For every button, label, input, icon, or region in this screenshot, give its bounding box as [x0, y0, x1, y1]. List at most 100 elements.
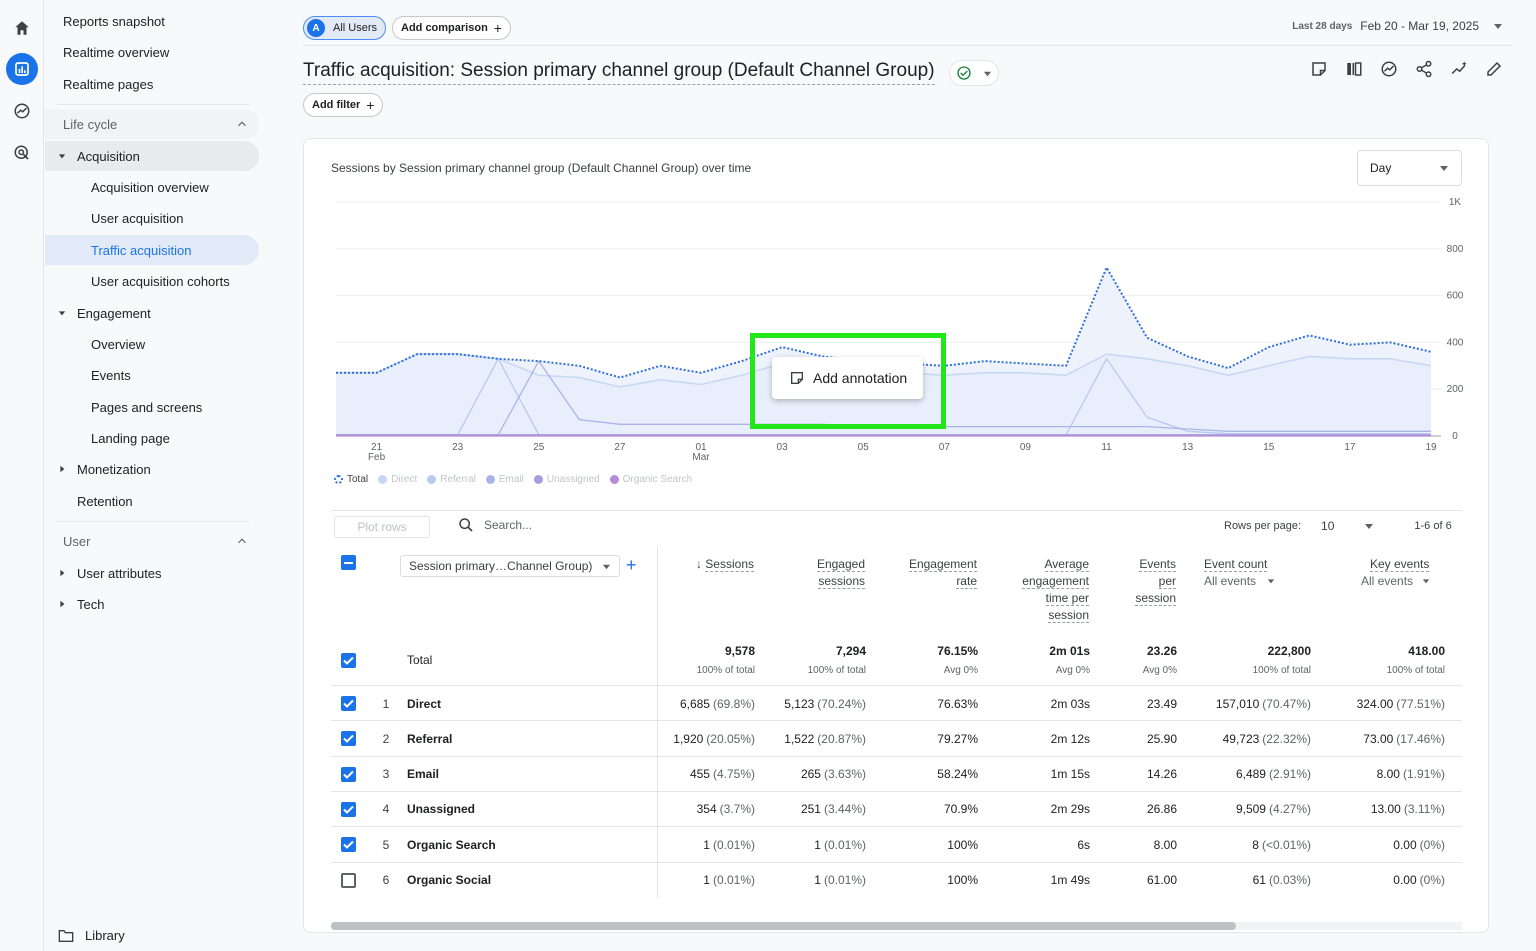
row-checkbox[interactable] — [341, 801, 356, 817]
sidebar-item-user-acquisition[interactable]: User acquisition — [45, 203, 259, 233]
event-filter-select[interactable]: All events — [1204, 574, 1256, 588]
group-tech-label: Tech — [77, 596, 105, 612]
check-icon — [343, 840, 354, 850]
advertising-icon[interactable] — [6, 137, 38, 169]
table-row[interactable]: 2 Referral 1,920 (20.05%) 1,522 (20.87%) 79.27… — [331, 720, 1462, 755]
col-header-text: engagement — [1022, 574, 1089, 589]
sidebar-item-acquisition-overview[interactable]: Acquisition overview — [45, 172, 259, 202]
library-link[interactable]: Library — [58, 928, 125, 943]
row-channel-name[interactable]: Organic Search — [407, 827, 496, 862]
folder-icon — [58, 929, 74, 942]
col-header-events-per-session[interactable]: Events per session — [1104, 556, 1176, 607]
row-checkbox[interactable] — [341, 731, 356, 747]
report-card: Sessions by Session primary channel grou… — [303, 138, 1489, 933]
chevron-up-icon — [238, 538, 246, 544]
row-channel-name[interactable]: Direct — [407, 686, 441, 721]
sidebar-divider — [57, 521, 249, 522]
total-rate: 76.15% Avg 0% — [891, 642, 978, 680]
legend-item-email[interactable]: Email — [485, 474, 524, 485]
row-channel-name[interactable]: Email — [407, 757, 439, 792]
sidebar-group-monetization[interactable]: Monetization — [45, 454, 259, 484]
report-status-menu[interactable] — [949, 60, 999, 86]
legend-item-direct[interactable]: Direct — [378, 474, 417, 485]
cell-value: 2m 12s — [1050, 731, 1090, 746]
add-dimension-plus-icon[interactable]: + — [626, 555, 637, 575]
sidebar-group-user-attributes[interactable]: User attributes — [45, 558, 259, 588]
sidebar-item-realtime-pages[interactable]: Realtime pages — [63, 69, 153, 99]
explore-icon[interactable] — [6, 95, 38, 127]
legend-item-unassigned[interactable]: Unassigned — [533, 474, 600, 485]
sidebar-group-engagement[interactable]: Engagement — [45, 298, 259, 328]
home-icon[interactable] — [6, 12, 38, 44]
row-channel-name[interactable]: Organic Social — [407, 863, 491, 898]
x-tick-label: 25 — [533, 442, 545, 453]
table-row[interactable]: 1 Direct 6,685 (69.8%) 5,123 (70.24%) 76.63% 2m… — [331, 685, 1462, 720]
date-range-picker[interactable]: Last 28 days Feb 20 - Mar 19, 2025 — [1292, 19, 1503, 33]
row-checkbox[interactable] — [341, 872, 356, 888]
sidebar-item-retention[interactable]: Retention — [45, 486, 259, 516]
row-sessions: 6,685 (69.8%) — [671, 686, 755, 721]
dimension-select[interactable]: Session primary…Channel Group) — [400, 555, 620, 577]
sidebar-item-events[interactable]: Events — [45, 360, 259, 390]
cell-percent: (3.44%) — [823, 802, 866, 817]
cell-value: 324.00 — [1356, 696, 1394, 711]
row-event-count: 9,509 (4.27%) — [1211, 792, 1311, 827]
row-key-events: 8.00 (1.91%) — [1331, 757, 1445, 792]
sidebar-item-traffic-acquisition[interactable]: Traffic acquisition — [45, 235, 259, 265]
table-horizontal-scrollbar[interactable] — [331, 922, 1462, 930]
plot-rows-button[interactable]: Plot rows — [334, 516, 430, 538]
rows-per-page-select[interactable]: 10 — [1321, 519, 1374, 533]
table-row[interactable]: 3 Email 455 (4.75%) 265 (3.63%) 58.24% 1m 15s 14… — [331, 755, 1462, 792]
col-header-event-count[interactable]: Event count All events — [1204, 556, 1299, 590]
table-search[interactable]: Search... — [458, 517, 532, 533]
table-row[interactable]: 5 Organic Search 1 (0.01%) 1 (0.01%) 100% 6s 8.0… — [331, 826, 1462, 861]
col-header-engaged-sessions[interactable]: Engaged sessions — [784, 556, 865, 590]
sidebar-item-reports-snapshot[interactable]: Reports snapshot — [63, 6, 165, 36]
sidebar-group-acquisition[interactable]: Acquisition — [45, 141, 259, 171]
sidebar-item-overview[interactable]: Overview — [45, 329, 259, 359]
insights-icon[interactable] — [1380, 60, 1398, 78]
legend-item-referral[interactable]: Referral — [427, 474, 476, 485]
cell-value: 49,723 — [1222, 731, 1260, 746]
row-checkbox[interactable] — [341, 696, 356, 711]
x-tick-label: 09 — [1020, 442, 1032, 453]
row-channel-name[interactable]: Referral — [407, 721, 452, 756]
sidebar-item-user-acquisition-cohorts[interactable]: User acquisition cohorts — [45, 266, 259, 296]
cell-value: 9,509 — [1235, 802, 1266, 817]
table-row[interactable]: 6 Organic Social 1 (0.01%) 1 (0.01%) 100% 1m 49… — [331, 861, 1462, 898]
cell-value: 354 — [696, 802, 717, 817]
annotation-icon[interactable] — [1310, 60, 1328, 78]
edit-pencil-icon[interactable] — [1485, 60, 1503, 78]
share-icon[interactable] — [1415, 60, 1433, 78]
section-user[interactable]: User — [45, 526, 259, 556]
col-header-engagement-rate[interactable]: Engagement rate — [887, 556, 977, 590]
row-checkbox[interactable] — [341, 766, 356, 782]
sidebar-item-landing-page[interactable]: Landing page — [45, 423, 259, 453]
scrollbar-thumb[interactable] — [331, 922, 1236, 930]
sidebar-group-tech[interactable]: Tech — [45, 589, 259, 619]
key-event-filter-select[interactable]: All events — [1361, 574, 1413, 588]
add-filter-button[interactable]: Add filter + — [303, 93, 384, 117]
sidebar-item-realtime-overview[interactable]: Realtime overview — [63, 37, 169, 67]
col-header-key-events[interactable]: Key events All events — [1344, 556, 1434, 590]
row-channel-name[interactable]: Unassigned — [407, 792, 475, 827]
select-all-checkbox[interactable] — [341, 555, 356, 570]
add-comparison-button[interactable]: Add comparison + — [392, 16, 511, 40]
cell-value: 70.9% — [943, 802, 978, 817]
sidebar-item-pages-and-screens[interactable]: Pages and screens — [45, 392, 259, 422]
legend-item-total[interactable]: Total — [334, 474, 368, 485]
trend-sparkle-icon[interactable] — [1450, 60, 1468, 78]
section-lifecycle[interactable]: Life cycle — [45, 109, 259, 139]
segment-chip-all-users[interactable]: A All Users — [303, 16, 387, 40]
report-toolbar — [1310, 60, 1503, 78]
legend-item-organic-search[interactable]: Organic Search — [609, 474, 692, 485]
reports-icon[interactable] — [6, 53, 38, 85]
compare-icon[interactable] — [1345, 60, 1363, 78]
col-header-sessions[interactable]: ↓ Sessions — [684, 556, 754, 573]
col-header-avg-engagement-time[interactable]: Average engagement time per session — [999, 556, 1089, 624]
total-row-checkbox[interactable] — [341, 653, 356, 668]
row-checkbox[interactable] — [341, 837, 356, 853]
table-row[interactable]: 4 Unassigned 354 (3.7%) 251 (3.44%) 70.9% 2m 29… — [331, 790, 1462, 827]
legend-swatch — [485, 475, 495, 484]
row-event-count: 8 (<0.01%) — [1211, 827, 1311, 862]
